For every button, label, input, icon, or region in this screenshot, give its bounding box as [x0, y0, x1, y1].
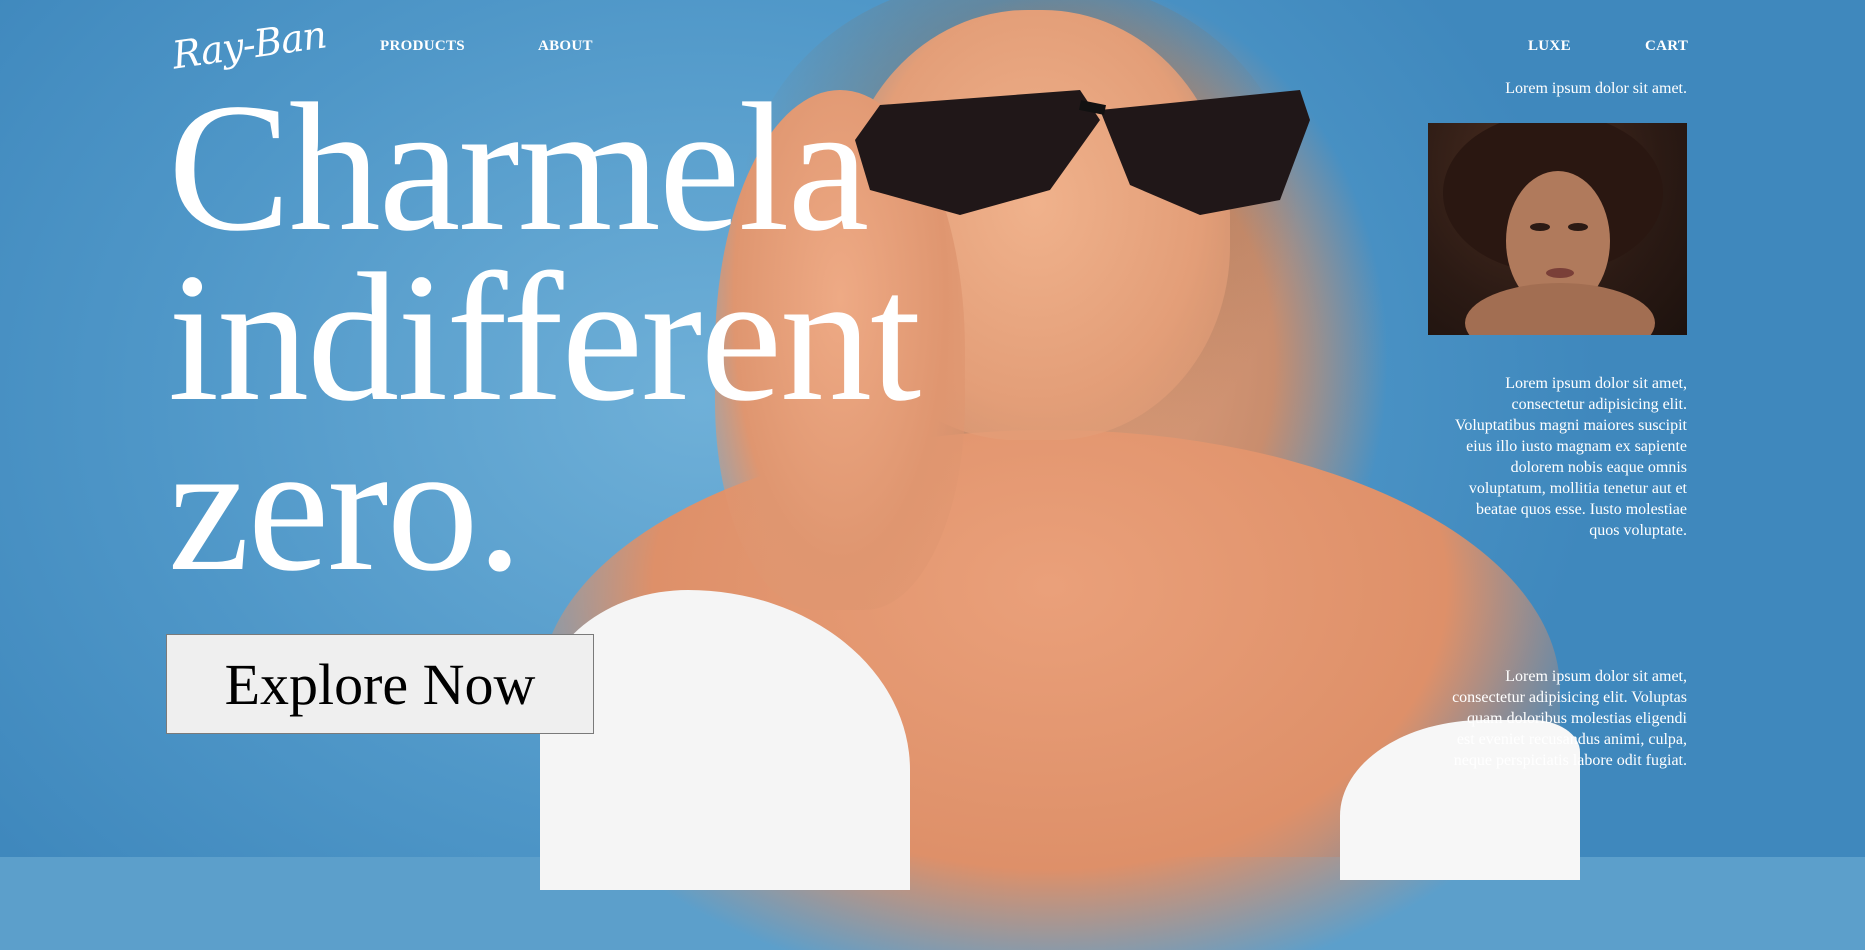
sidebar-tagline: Lorem ipsum dolor sit amet.: [1505, 80, 1687, 97]
paragraph-1-line: Voluptatibus magni maiores suscipit: [1454, 417, 1687, 434]
nav-products[interactable]: PRODUCTS: [380, 38, 465, 55]
nav-about[interactable]: ABOUT: [538, 38, 593, 55]
paragraph-1-line: voluptatum, mollitia tenetur aut et: [1468, 480, 1687, 497]
paragraph-1-line: beatae quos esse. Iusto molestiae: [1475, 501, 1687, 518]
paragraph-2-line: quam doloribus molestias eligendi: [1467, 710, 1687, 727]
paragraph-1-line: Lorem ipsum dolor sit amet,: [1505, 375, 1687, 392]
sidebar-paragraph-1: Lorem ipsum dolor sit amet, consectetur …: [1455, 373, 1687, 541]
featured-thumbnail[interactable]: [1428, 123, 1687, 335]
paragraph-1-line: consectetur adipisicing elit.: [1511, 396, 1688, 413]
paragraph-2-line: neque perspiciatis labore odit fugiat.: [1453, 752, 1687, 769]
paragraph-2-line: consectetur adipisicing elit. Voluptas: [1452, 689, 1687, 706]
sidebar-paragraph-2: Lorem ipsum dolor sit amet, consectetur …: [1452, 666, 1687, 771]
paragraph-2-line: Lorem ipsum dolor sit amet,: [1505, 668, 1687, 685]
explore-now-button[interactable]: Explore Now: [166, 634, 594, 734]
paragraph-2-line: est eveniet recusandus animi, culpa,: [1456, 731, 1687, 748]
hero-line-1: Charmela: [168, 82, 869, 269]
hero-line-3: zero.: [168, 405, 523, 602]
hero-line-2: indifferent: [168, 235, 921, 439]
paragraph-1-line: dolorem nobis eaque omnis: [1510, 459, 1687, 476]
paragraph-1-line: eius illo iusto magnam ex sapiente: [1466, 438, 1687, 455]
portrait-image: [1443, 123, 1663, 335]
hero-headline: Charmela indifferent zero.: [168, 82, 928, 602]
nav-cart[interactable]: CART: [1645, 38, 1688, 55]
paragraph-1-line: quos voluptate.: [1589, 522, 1687, 539]
nav-luxe[interactable]: LUXE: [1528, 38, 1571, 55]
